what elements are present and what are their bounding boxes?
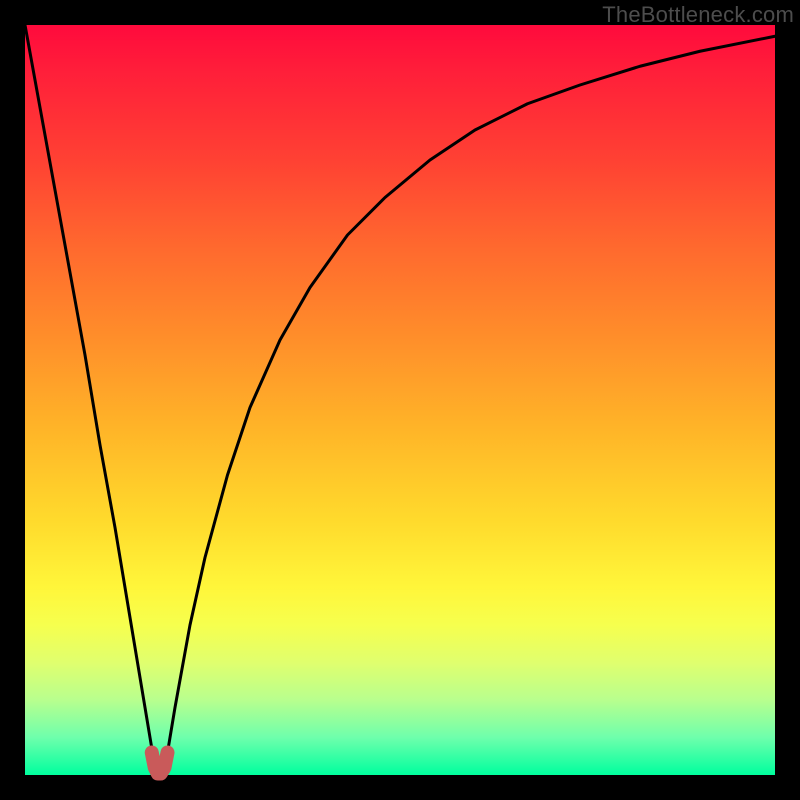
curve-layer	[25, 25, 775, 775]
watermark-text: TheBottleneck.com	[602, 2, 794, 28]
chart-frame	[25, 25, 775, 775]
bottleneck-curve	[25, 25, 775, 775]
highlight-u-marker	[152, 753, 168, 774]
